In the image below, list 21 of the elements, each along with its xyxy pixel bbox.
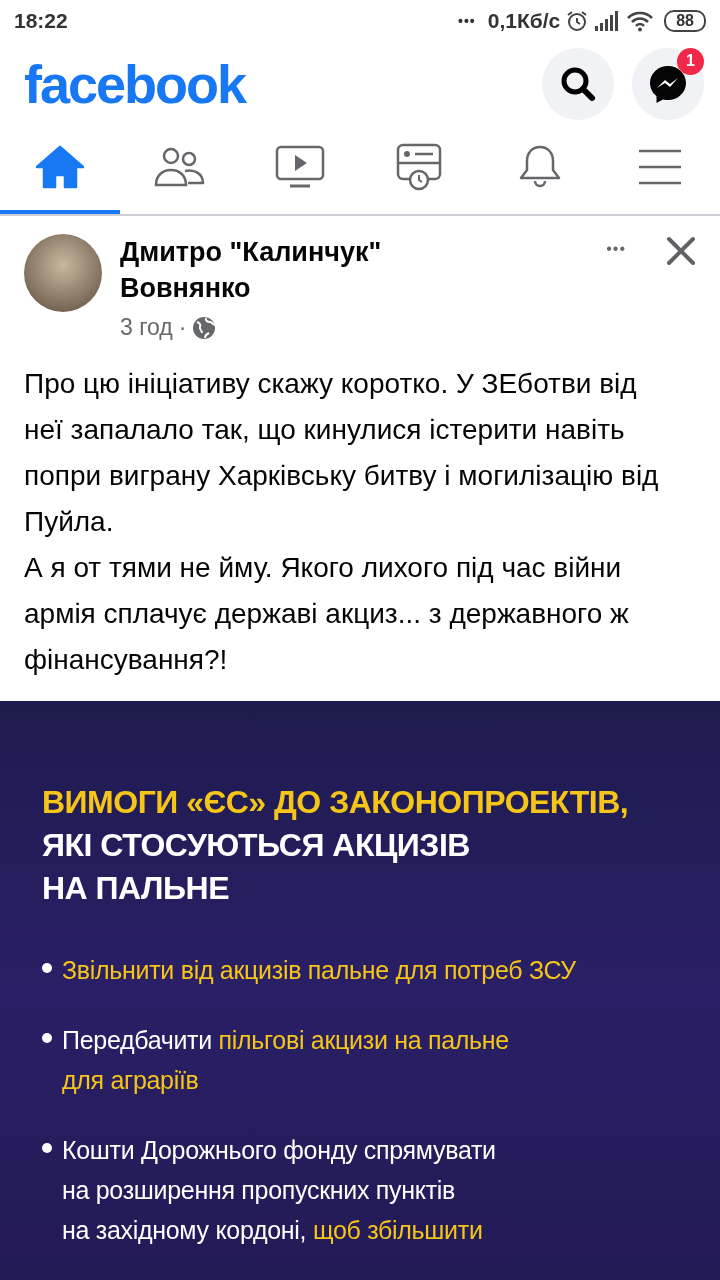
graphic-text: Передбачити пільгові акцизи на пальне — [62, 1025, 509, 1056]
battery-indicator: 88 — [664, 10, 706, 33]
separator-dot: · — [178, 314, 187, 341]
status-dots: ••• — [458, 13, 476, 30]
graphic-text: Звільнити від акцизів пальне для потреб ЗСУ — [62, 955, 576, 986]
graphic-heading: ВИМОГИ «ЄС» ДО ЗАКОНОПРОЕКТІВ, — [42, 783, 630, 822]
status-time: 18:22 — [14, 9, 68, 34]
graphic-text: Кошти Дорожнього фонду спрямувати — [62, 1135, 496, 1166]
graphic-heading: НА ПАЛЬНЕ — [42, 869, 230, 908]
post-text: Про цю ініціативу скажу коротко. У ЗЕботви від неї запалало так, що кинулися істерити навіть попри виграну Харківську битву і могилізацію від Пуйла. — [24, 367, 660, 539]
author-name[interactable]: Дмитро "Калинчук" Вовнянко — [120, 234, 440, 306]
facebook-logo[interactable]: facebook — [24, 52, 246, 115]
post-time[interactable]: 3 год — [120, 314, 173, 341]
post-text: А я от тями не йму. Якого лихого під час війни армія сплачує державі акциз... з державного ж фінансування?! — [24, 551, 630, 677]
graphic-text: на розширення пропускних пунктів — [62, 1175, 457, 1206]
more-options-button[interactable]: ••• — [606, 240, 626, 258]
graphic-text: для аграріїв — [62, 1065, 200, 1096]
graphic-text: на західному кордоні, щоб збільшити — [62, 1215, 484, 1246]
notification-badge: 1 — [677, 47, 704, 75]
network-speed: 0,1Кб/с — [487, 9, 561, 34]
graphic-heading: ЯКІ СТОСУЮТЬСЯ АКЦИЗІВ — [42, 826, 471, 865]
